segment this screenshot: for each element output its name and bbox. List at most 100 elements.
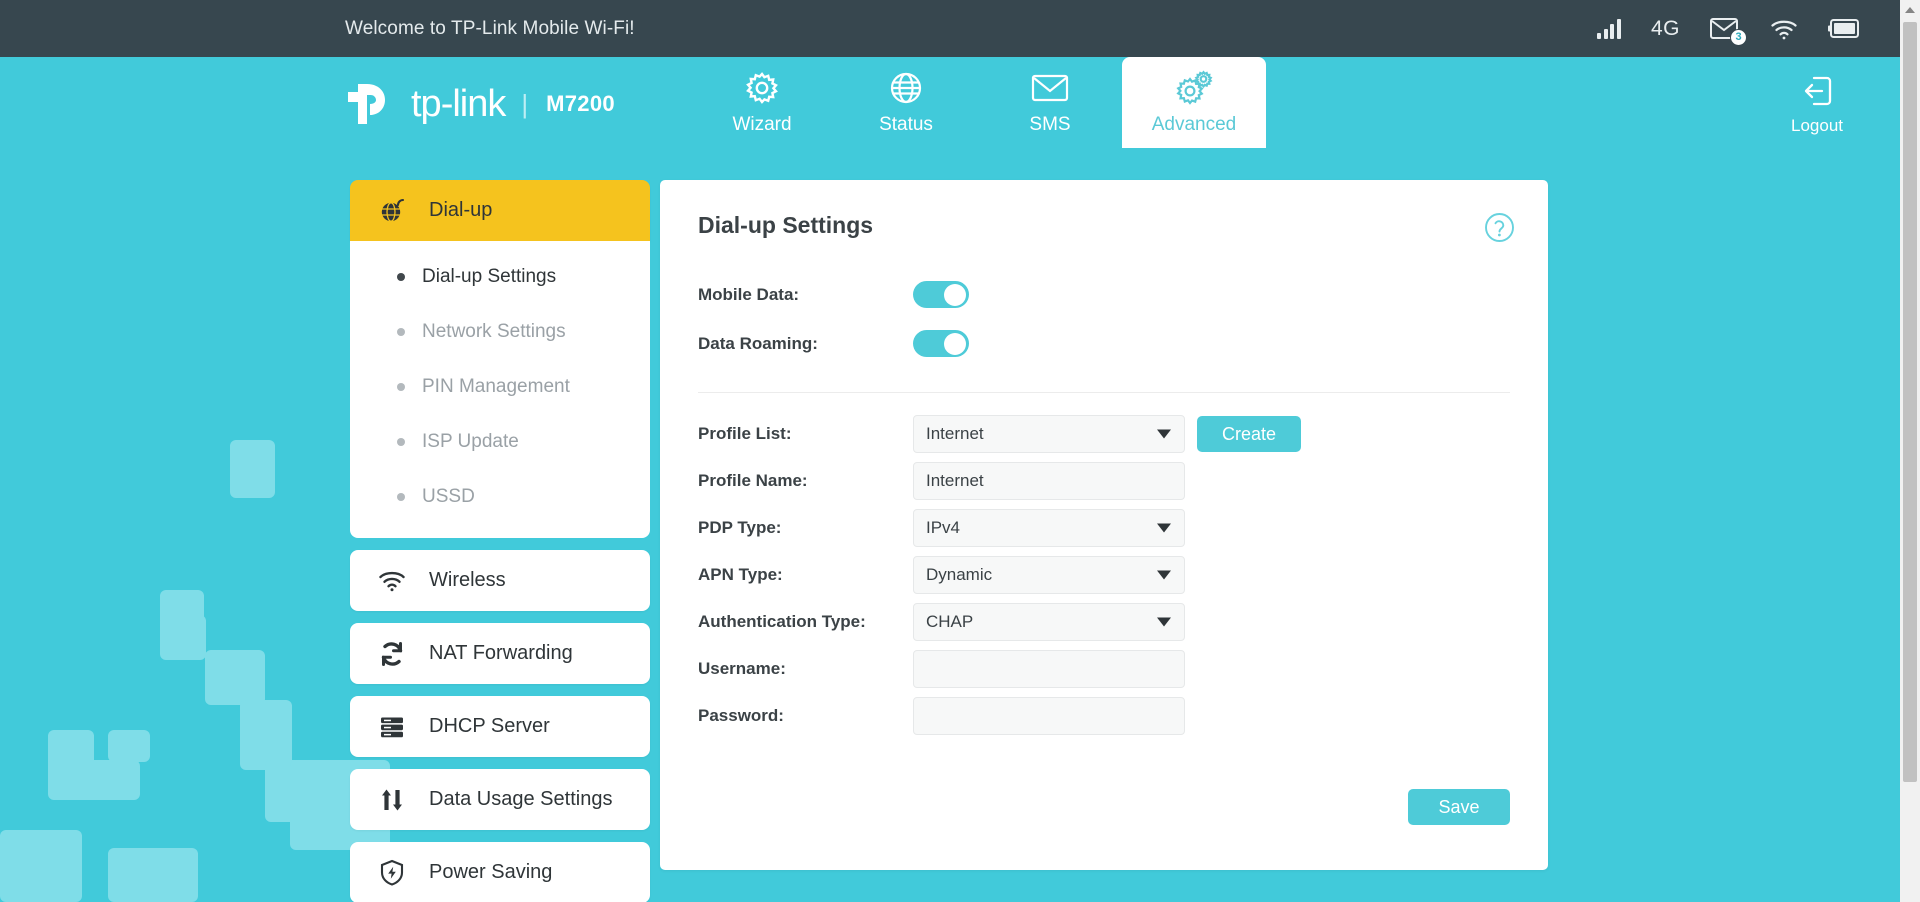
authentication-type-select[interactable]: CHAP (913, 603, 1185, 641)
password-label: Password: (698, 706, 913, 726)
bullet-icon (397, 493, 405, 501)
profile-name-value: Internet (926, 471, 984, 491)
wifi-icon (377, 570, 407, 592)
network-type-label: 4G (1651, 17, 1680, 41)
toggle-knob (944, 333, 966, 355)
brand-divider: | (521, 89, 528, 120)
globe-signal-icon (377, 197, 407, 224)
profile-list-select[interactable]: Internet (913, 415, 1185, 453)
bullet-icon (397, 273, 405, 281)
envelope-icon: 3 (1710, 17, 1740, 41)
sidebar-item-label: DHCP Server (429, 715, 550, 738)
sidebar-item-label: NAT Forwarding (429, 642, 573, 665)
nav-tab-label: SMS (1029, 114, 1070, 136)
nav-tab-status[interactable]: Status (834, 57, 978, 148)
sidebar-group-wireless: Wireless (350, 550, 650, 611)
tp-link-logo-icon (345, 82, 397, 126)
sidebar-subitem-network-settings[interactable]: Network Settings (350, 304, 650, 359)
brand-logo[interactable]: tp-link | M7200 (345, 82, 615, 126)
content-panel: Dial-up Settings Mobile Data: Data Roami… (660, 180, 1548, 870)
form-row-profile-list: Profile List: Internet Create (698, 415, 1510, 453)
password-input[interactable] (913, 697, 1185, 735)
chevron-down-icon (1157, 430, 1171, 439)
chevron-down-icon (1157, 618, 1171, 627)
sidebar-subitem-dial-up-settings[interactable]: Dial-up Settings (350, 249, 650, 304)
pdp-type-label: PDP Type: (698, 518, 913, 538)
mobile-data-toggle[interactable] (913, 281, 969, 308)
envelope-icon (1031, 68, 1069, 108)
pdp-type-value: IPv4 (926, 518, 960, 538)
page-title: Dial-up Settings (698, 212, 873, 239)
sidebar-item-label: Dial-up (429, 199, 492, 222)
sidebar-item-power-saving[interactable]: Power Saving (350, 842, 650, 902)
sidebar-group-power-saving: Power Saving (350, 842, 650, 902)
sidebar-subitem-isp-update[interactable]: ISP Update (350, 414, 650, 469)
sidebar-item-label: Power Saving (429, 861, 552, 884)
battery-icon (1828, 18, 1860, 39)
sms-badge: 3 (1730, 29, 1747, 46)
nav-tab-sms[interactable]: SMS (978, 57, 1122, 148)
profile-list-label: Profile List: (698, 424, 913, 444)
username-label: Username: (698, 659, 913, 679)
sidebar-item-wireless[interactable]: Wireless (350, 550, 650, 611)
authentication-type-value: CHAP (926, 612, 973, 632)
scroll-up-button[interactable] (1900, 0, 1920, 20)
form-row-username: Username: (698, 650, 1510, 688)
mobile-data-label: Mobile Data: (698, 285, 913, 305)
nav-tab-advanced[interactable]: Advanced (1122, 57, 1266, 148)
bullet-icon (397, 438, 405, 446)
main-navigation: Wizard Status (690, 57, 1266, 148)
section-divider (698, 392, 1510, 393)
create-button[interactable]: Create (1197, 416, 1301, 452)
data-roaming-label: Data Roaming: (698, 334, 913, 354)
sidebar-group-nat-forwarding: NAT Forwarding (350, 623, 650, 684)
status-bar: Welcome to TP-Link Mobile Wi-Fi! 4G 3 (0, 0, 1900, 57)
profile-name-label: Profile Name: (698, 471, 913, 491)
sidebar-subitem-ussd[interactable]: USSD (350, 469, 650, 524)
nav-tab-wizard[interactable]: Wizard (690, 57, 834, 148)
chevron-down-icon (1157, 571, 1171, 580)
sidebar-subitem-label: Dial-up Settings (422, 266, 556, 288)
question-mark-icon[interactable] (1484, 212, 1515, 248)
toggle-knob (944, 284, 966, 306)
refresh-cycle-icon (377, 641, 407, 667)
logout-button[interactable]: Logout (1772, 71, 1862, 136)
sidebar-subitem-label: USSD (422, 486, 475, 508)
sidebar-item-dhcp-server[interactable]: DHCP Server (350, 696, 650, 757)
sidebar: Dial-up Dial-up Settings Network Setting… (350, 180, 650, 902)
data-roaming-toggle[interactable] (913, 330, 969, 357)
sidebar-subitem-label: PIN Management (422, 376, 570, 398)
logout-icon (1800, 71, 1834, 111)
chevron-up-icon (1905, 7, 1915, 13)
shield-bolt-icon (377, 859, 407, 886)
sidebar-subitem-pin-management[interactable]: PIN Management (350, 359, 650, 414)
form-row-data-roaming: Data Roaming: (698, 319, 1510, 368)
nav-tab-label: Wizard (732, 114, 791, 136)
nav-tab-label: Advanced (1152, 114, 1237, 136)
globe-icon (888, 68, 924, 108)
sidebar-item-data-usage-settings[interactable]: Data Usage Settings (350, 769, 650, 830)
form-row-mobile-data: Mobile Data: (698, 270, 1510, 319)
form-row-authentication-type: Authentication Type: CHAP (698, 603, 1510, 641)
sidebar-group-data-usage: Data Usage Settings (350, 769, 650, 830)
apn-type-value: Dynamic (926, 565, 992, 585)
form-row-apn-type: APN Type: Dynamic (698, 556, 1510, 594)
save-button[interactable]: Save (1408, 789, 1510, 825)
username-input[interactable] (913, 650, 1185, 688)
chevron-down-icon (1157, 524, 1171, 533)
pdp-type-select[interactable]: IPv4 (913, 509, 1185, 547)
scrollbar[interactable] (1900, 0, 1920, 902)
form-row-profile-name: Profile Name: Internet (698, 462, 1510, 500)
apn-type-select[interactable]: Dynamic (913, 556, 1185, 594)
signal-bars-icon (1597, 19, 1621, 39)
gear-icon (744, 68, 780, 108)
sidebar-item-dial-up[interactable]: Dial-up (350, 180, 650, 241)
profile-name-input[interactable]: Internet (913, 462, 1185, 500)
dial-up-form: Mobile Data: Data Roaming: Profile List:… (698, 270, 1510, 744)
sidebar-item-label: Data Usage Settings (429, 788, 612, 811)
up-down-arrows-icon (377, 787, 407, 813)
sidebar-item-nat-forwarding[interactable]: NAT Forwarding (350, 623, 650, 684)
scrollbar-thumb[interactable] (1903, 22, 1917, 782)
server-icon (377, 714, 407, 740)
profile-list-value: Internet (926, 424, 984, 444)
